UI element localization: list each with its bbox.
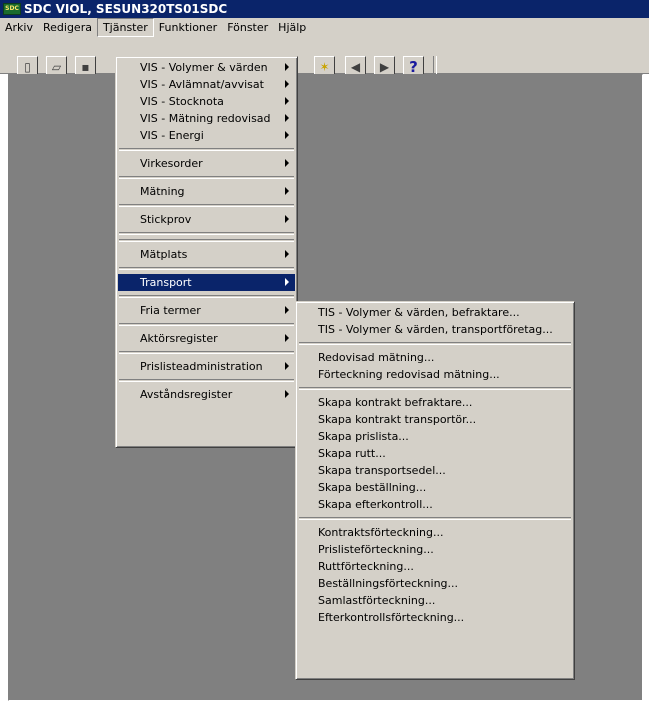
transport-submenu: TIS - Volymer & värden, befraktare... TI…: [295, 301, 575, 680]
menu-item-prisliste-forteckning[interactable]: Prislisteförteckning...: [298, 541, 572, 558]
menu-separator: [119, 232, 294, 235]
menu-item-prislisteadministration[interactable]: Prislisteadministration: [118, 358, 295, 375]
menu-redigera[interactable]: Redigera: [38, 18, 97, 37]
menu-item-ruttforteckning[interactable]: Ruttförteckning...: [298, 558, 572, 575]
menu-item-skapa-efterkontroll[interactable]: Skapa efterkontroll...: [298, 496, 572, 513]
menu-separator: [299, 387, 571, 390]
menu-item-redovisad-matning[interactable]: Redovisad mätning...: [298, 349, 572, 366]
menu-separator: [119, 379, 294, 382]
submenu-arrow-icon: [285, 306, 289, 314]
submenu-arrow-icon: [285, 187, 289, 195]
menu-separator: [119, 148, 294, 151]
menu-separator: [299, 517, 571, 520]
menu-item-bestallningsforteckning[interactable]: Beställningsförteckning...: [298, 575, 572, 592]
menu-item-vis-matning[interactable]: VIS - Mätning redovisad: [118, 110, 295, 127]
arrow-right-icon: ▶: [379, 59, 390, 74]
menu-item-avstandsregister[interactable]: Avståndsregister: [118, 386, 295, 403]
save-icon: ▪: [81, 59, 90, 74]
menu-item-matning[interactable]: Mätning: [118, 183, 295, 200]
star-document-icon: ✶: [319, 59, 330, 74]
menu-arkiv[interactable]: Arkiv: [0, 18, 38, 37]
menu-item-efterkontrollsforteckning[interactable]: Efterkontrollsförteckning...: [298, 609, 572, 626]
menu-item-vis-energi[interactable]: VIS - Energi: [118, 127, 295, 144]
menu-item-skapa-kontrakt-befraktare[interactable]: Skapa kontrakt befraktare...: [298, 394, 572, 411]
submenu-arrow-icon: [285, 97, 289, 105]
app-icon: SDC: [3, 3, 21, 15]
menu-item-vis-volymer[interactable]: VIS - Volymer & värden: [118, 59, 295, 76]
open-folder-icon: ▱: [51, 59, 62, 74]
new-document-icon: ▯: [24, 59, 31, 74]
menu-item-vis-stocknota[interactable]: VIS - Stocknota: [118, 93, 295, 110]
menu-separator: [119, 239, 294, 242]
menu-hjalp[interactable]: Hjälp: [273, 18, 311, 37]
submenu-arrow-icon: [285, 390, 289, 398]
submenu-arrow-icon: [285, 278, 289, 286]
menu-item-matplats[interactable]: Mätplats: [118, 246, 295, 263]
submenu-arrow-icon: [285, 63, 289, 71]
menu-item-aktorsregister[interactable]: Aktörsregister: [118, 330, 295, 347]
menu-bar: Arkiv Redigera Tjänster Funktioner Fönst…: [0, 18, 649, 37]
menu-item-skapa-transportsedel[interactable]: Skapa transportsedel...: [298, 462, 572, 479]
submenu-arrow-icon: [285, 131, 289, 139]
menu-item-skapa-prislista[interactable]: Skapa prislista...: [298, 428, 572, 445]
menu-separator: [119, 295, 294, 298]
menu-item-skapa-kontrakt-transportor[interactable]: Skapa kontrakt transportör...: [298, 411, 572, 428]
menu-item-kontraktsforteckning[interactable]: Kontraktsförteckning...: [298, 524, 572, 541]
menu-tjanster[interactable]: Tjänster: [96, 18, 154, 37]
submenu-arrow-icon: [285, 362, 289, 370]
submenu-arrow-icon: [285, 215, 289, 223]
help-icon: ?: [409, 57, 418, 76]
tjanster-menu: VIS - Volymer & värden VIS - Avlämnat/av…: [115, 56, 298, 448]
menu-separator: [119, 323, 294, 326]
menu-separator: [119, 267, 294, 270]
menu-item-forteckning-redovisad[interactable]: Förteckning redovisad mätning...: [298, 366, 572, 383]
submenu-arrow-icon: [285, 80, 289, 88]
menu-item-transport[interactable]: Transport: [118, 274, 295, 291]
menu-item-tis-transportforetag[interactable]: TIS - Volymer & värden, transportföretag…: [298, 321, 572, 338]
toolbar: ▯ ▱ ▪ ✶ ◀ ▶ ?: [0, 37, 649, 80]
menu-item-fria-termer[interactable]: Fria termer: [118, 302, 295, 319]
submenu-arrow-icon: [285, 250, 289, 258]
submenu-arrow-icon: [285, 334, 289, 342]
menu-item-vis-avlamnat[interactable]: VIS - Avlämnat/avvisat: [118, 76, 295, 93]
menu-item-tis-befraktare[interactable]: TIS - Volymer & värden, befraktare...: [298, 304, 572, 321]
menu-item-virkesorder[interactable]: Virkesorder: [118, 155, 295, 172]
window-title: SDC VIOL, SESUN320TS01SDC: [24, 2, 228, 16]
menu-item-skapa-bestallning[interactable]: Skapa beställning...: [298, 479, 572, 496]
menu-item-skapa-rutt[interactable]: Skapa rutt...: [298, 445, 572, 462]
menu-separator: [119, 351, 294, 354]
menu-separator: [119, 204, 294, 207]
menu-item-stickprov[interactable]: Stickprov: [118, 211, 295, 228]
menu-separator: [119, 176, 294, 179]
submenu-arrow-icon: [285, 114, 289, 122]
submenu-arrow-icon: [285, 159, 289, 167]
arrow-left-icon: ◀: [350, 59, 361, 74]
menu-funktioner[interactable]: Funktioner: [154, 18, 222, 37]
menu-item-samlastforteckning[interactable]: Samlastförteckning...: [298, 592, 572, 609]
menu-separator: [299, 342, 571, 345]
menu-fonster[interactable]: Fönster: [222, 18, 273, 37]
title-bar[interactable]: SDC SDC VIOL, SESUN320TS01SDC: [0, 0, 649, 18]
